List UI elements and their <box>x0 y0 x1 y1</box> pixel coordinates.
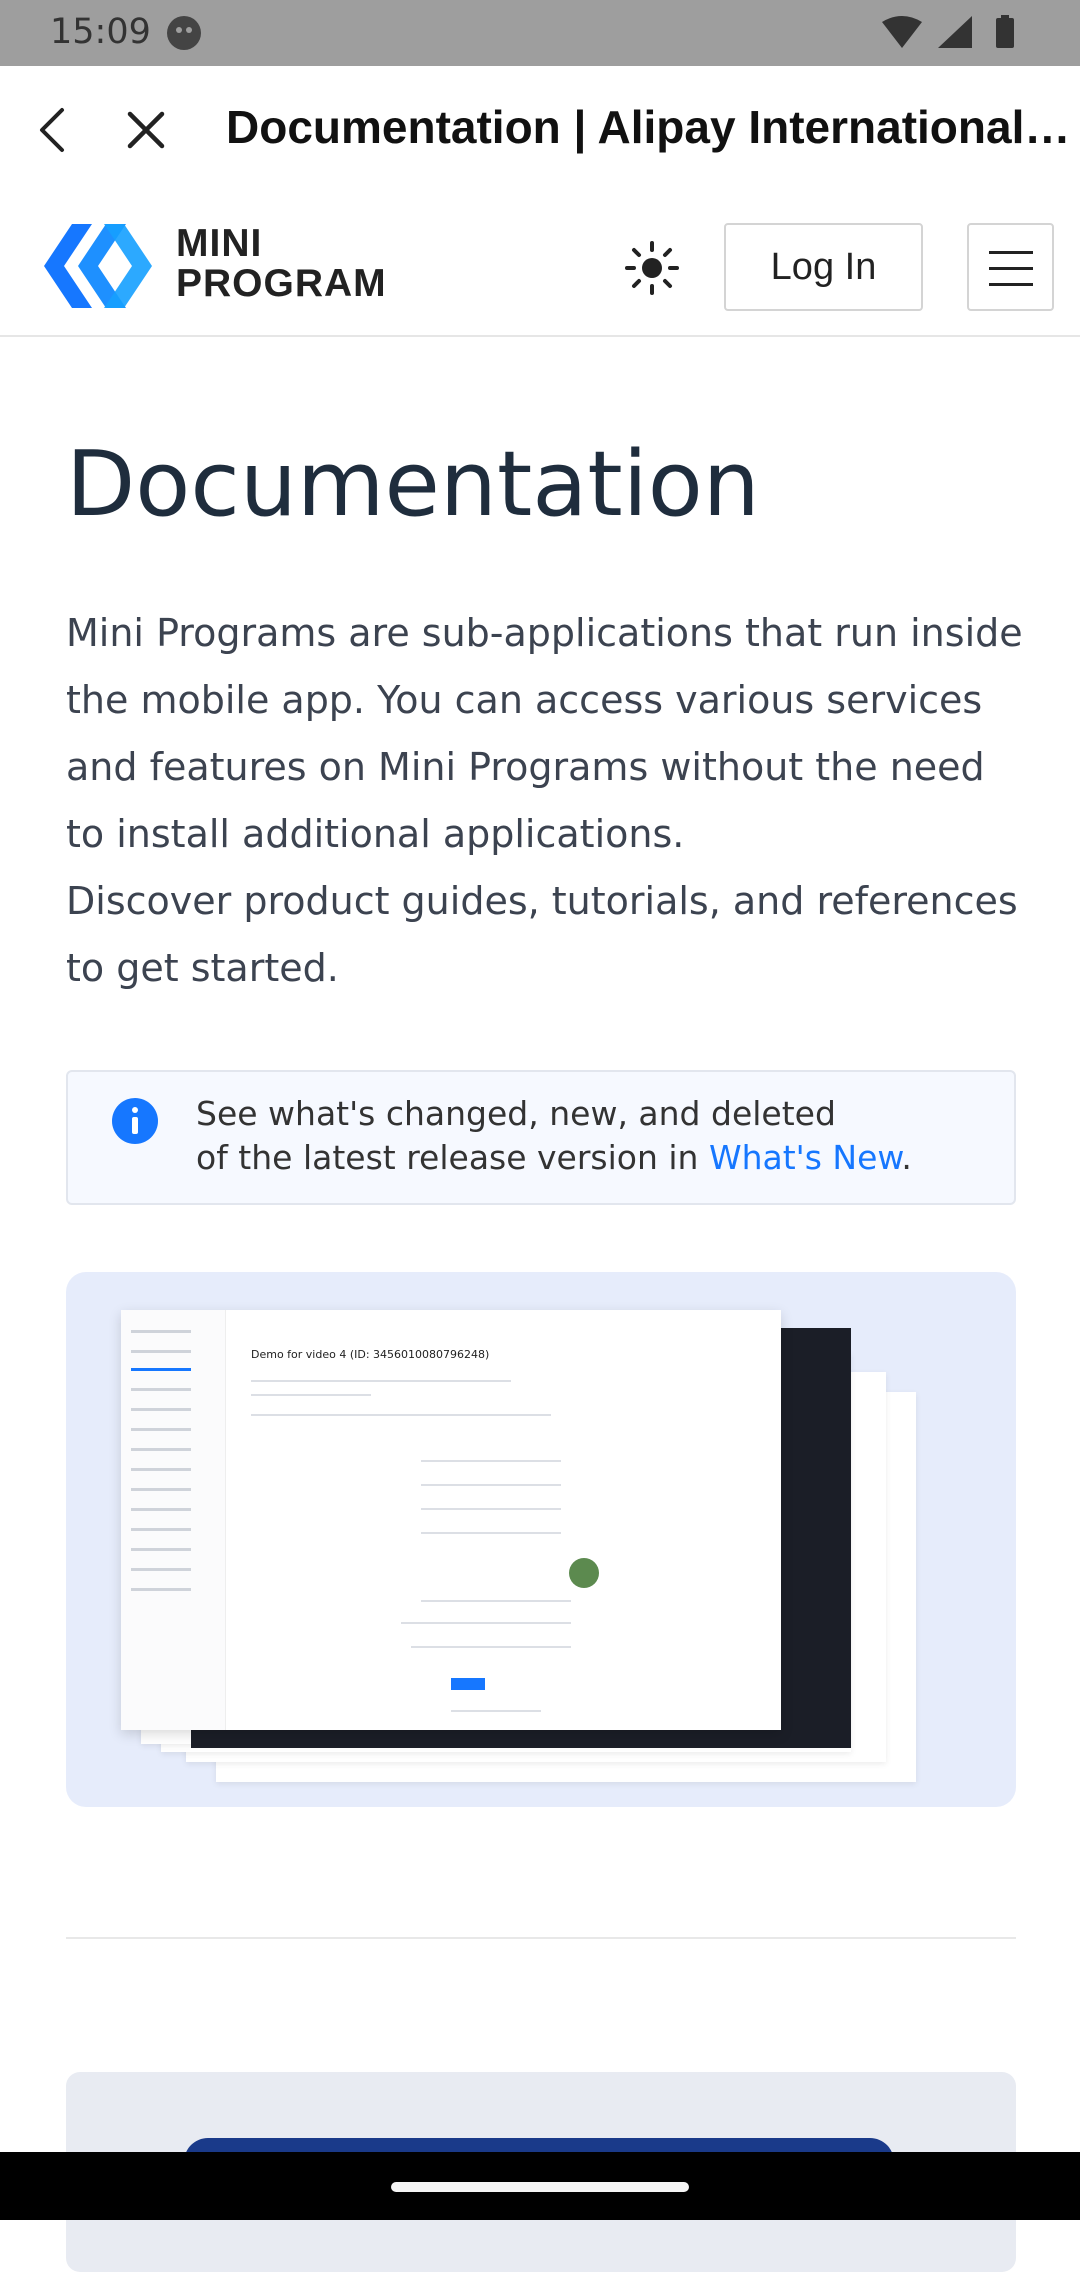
screenshot-button <box>451 1678 485 1690</box>
intro-paragraph-2: Discover product guides, tutorials, and … <box>66 879 1018 990</box>
mini-program-logo-icon[interactable] <box>42 220 154 312</box>
notice-line-2-suffix: . <box>901 1138 912 1177</box>
navigation-gesture-bar <box>0 2152 1080 2220</box>
signal-icon <box>938 16 972 48</box>
face-icon <box>167 16 201 50</box>
screenshot-sidebar <box>121 1310 226 1730</box>
screenshot-title: Demo for video 4 (ID: 3456010080796248) <box>251 1348 490 1361</box>
browser-toolbar: Documentation | Alipay International Min… <box>0 66 1080 194</box>
info-icon <box>112 1098 158 1144</box>
home-indicator[interactable] <box>391 2182 689 2192</box>
notice-line-1: See what's changed, new, and deleted <box>196 1094 836 1133</box>
status-bar: 15:09 <box>0 0 1080 66</box>
logo-text[interactable]: MINI PROGRAM <box>176 224 387 304</box>
status-icons <box>882 15 1014 48</box>
logo-line-1: MINI <box>176 222 263 265</box>
logo-line-2: PROGRAM <box>176 262 387 305</box>
mini-program-image <box>569 1558 599 1588</box>
wifi-icon <box>882 16 922 48</box>
notice-line-2: of the latest release version in What's … <box>196 1136 996 1180</box>
section-divider <box>66 1937 1016 1939</box>
hero-illustration: Demo for video 4 (ID: 3456010080796248) <box>66 1272 1016 1807</box>
browser-page-title: Documentation | Alipay International Min… <box>226 101 1076 153</box>
page-title: Documentation <box>66 432 760 537</box>
intro-paragraph-1: Mini Programs are sub-applications that … <box>66 611 1023 856</box>
intro-text: Mini Programs are sub-applications that … <box>66 600 1026 1002</box>
login-button[interactable]: Log In <box>724 223 923 311</box>
notice-text: See what's changed, new, and deleted of … <box>196 1092 996 1180</box>
dashboard-screenshot: Demo for video 4 (ID: 3456010080796248) <box>121 1310 781 1730</box>
hamburger-menu-icon[interactable] <box>967 223 1054 311</box>
close-icon[interactable] <box>118 102 174 158</box>
sun-icon[interactable] <box>624 240 680 296</box>
whats-new-notice: See what's changed, new, and deleted of … <box>66 1070 1016 1205</box>
battery-icon <box>996 18 1014 48</box>
site-header: MINI PROGRAM Log In <box>0 194 1080 337</box>
whats-new-link[interactable]: What's New <box>709 1138 901 1177</box>
chevron-left-icon[interactable] <box>28 102 78 158</box>
status-time: 15:09 <box>50 12 151 52</box>
notice-line-2-prefix: of the latest release version in <box>196 1138 709 1177</box>
